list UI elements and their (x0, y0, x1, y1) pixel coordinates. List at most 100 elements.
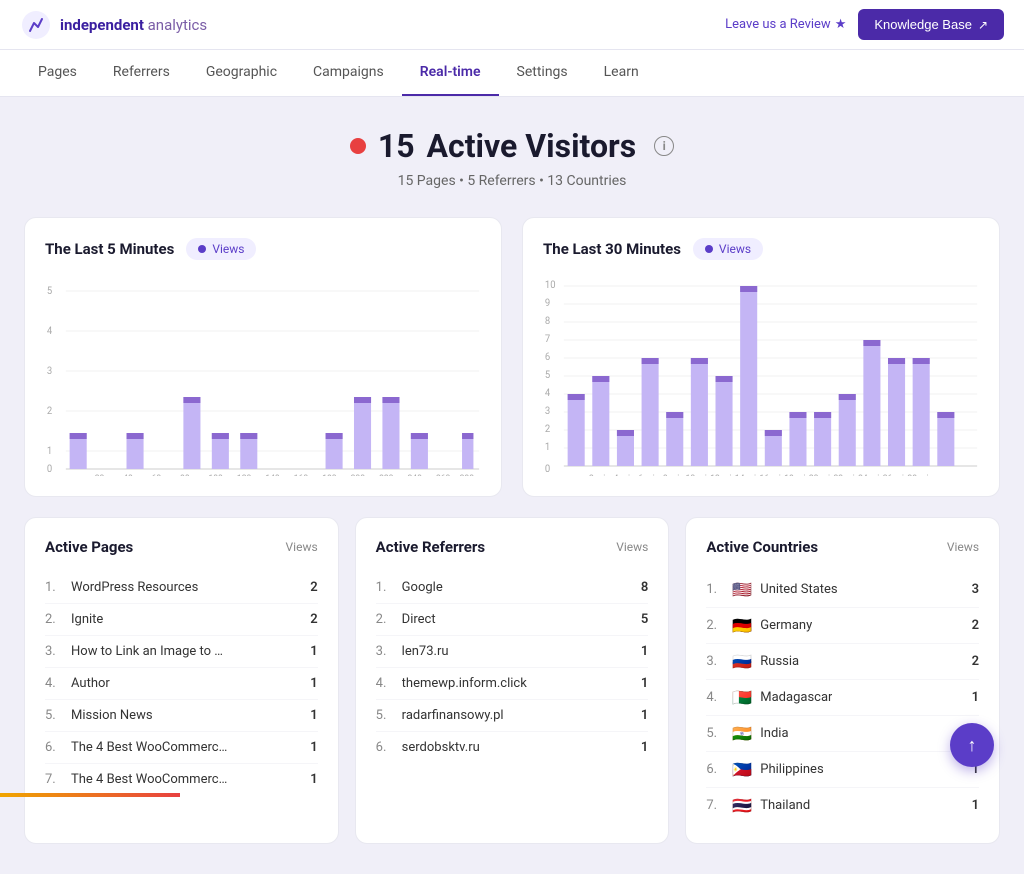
chart-right-title: The Last 30 Minutes (543, 240, 681, 258)
rbar-3-top (642, 358, 659, 364)
active-referrers-views-label: Views (616, 540, 648, 554)
nav-item-referrers[interactable]: Referrers (95, 50, 188, 96)
flag-de: 🇩🇪 (732, 616, 752, 635)
list-item: 5. radarfinansowy.pl 1 (376, 700, 649, 732)
live-indicator-dot (350, 138, 366, 154)
list-item: 4. 🇲🇬 Madagascar 1 (706, 680, 979, 716)
list-item: 1. 🇺🇸 United States 3 (706, 572, 979, 608)
info-icon[interactable]: i (654, 136, 674, 156)
nav-item-realtime[interactable]: Real-time (402, 50, 499, 96)
views-dot-left (198, 245, 206, 253)
rbar-6-top (716, 376, 733, 382)
x-label-80: -80 sec (178, 474, 206, 476)
x-label-now: now (66, 474, 82, 476)
nav-item-settings[interactable]: Settings (499, 50, 586, 96)
list-item: 7. The 4 Best WooCommerce Catering Plugi… (45, 764, 318, 795)
list-item: 3. How to Link an Image to Any URL in Wo… (45, 636, 318, 668)
rx-label-8: -8 min (661, 474, 685, 476)
rbar-5-top (691, 358, 708, 364)
external-link-icon: ↗ (978, 18, 988, 32)
flag-th: 🇹🇭 (732, 796, 752, 815)
rx-label-6: -6 min (636, 474, 660, 476)
list-item: 4. Author 1 (45, 668, 318, 700)
chart-last-5-minutes: The Last 5 Minutes Views 5 4 3 2 1 0 (24, 217, 502, 497)
rx-label-2: -2 min (587, 474, 611, 476)
rbar-2-top (617, 430, 634, 436)
list-item: 5. 🇮🇳 India 1 (706, 716, 979, 752)
hero-subtitle: 15 Pages • 5 Referrers • 13 Countries (24, 173, 1000, 189)
y-label-7: 7 (545, 334, 551, 345)
chart-left-title: The Last 5 Minutes (45, 240, 174, 258)
rbar-13-top (888, 358, 905, 364)
chart-right-badge: Views (693, 238, 763, 260)
y-label-4r: 4 (545, 388, 551, 399)
rbar-6 (716, 376, 733, 466)
chart-right-header: The Last 30 Minutes Views (543, 238, 979, 260)
list-item: 7. 🇹🇭 Thailand 1 (706, 788, 979, 823)
rbar-9-top (789, 412, 806, 418)
y-label-5r: 5 (545, 370, 551, 381)
chart-left-badge: Views (186, 238, 256, 260)
rbar-1-top (592, 376, 609, 382)
active-referrers-header: Active Referrers Views (376, 538, 649, 556)
y-label-1r: 1 (545, 442, 550, 453)
progress-bar (0, 793, 180, 797)
rbar-12 (863, 340, 880, 466)
nav-item-geographic[interactable]: Geographic (188, 50, 295, 96)
logo: independent analytics (20, 9, 207, 41)
rbar-4 (666, 412, 683, 466)
y-label-10: 10 (545, 280, 556, 291)
x-label-20: -20 sec (92, 474, 120, 476)
nav-item-learn[interactable]: Learn (586, 50, 657, 96)
views-badge-label-left: Views (212, 242, 244, 256)
flag-ph: 🇵🇭 (732, 760, 752, 779)
rbar-4-top (666, 412, 683, 418)
active-visitors-title: 15 Active Visitors i (24, 127, 1000, 165)
header-actions: Leave us a Review ★ Knowledge Base ↗ (725, 9, 1004, 40)
active-countries-card: Active Countries Views 1. 🇺🇸 United Stat… (685, 517, 1000, 844)
header: independent analytics Leave us a Review … (0, 0, 1024, 50)
active-pages-list: 1. WordPress Resources 2 2. Ignite 2 3. (45, 572, 318, 795)
rbar-0-top (568, 394, 585, 400)
views-badge-label-right: Views (719, 242, 751, 256)
bar-12-top (411, 433, 428, 439)
rbar-12-top (863, 340, 880, 346)
list-item: 3. len73.ru 1 (376, 636, 649, 668)
y-label-2r: 2 (545, 424, 551, 435)
arrow-up-icon: ↑ (968, 735, 977, 756)
x-label-40: -40 sec (121, 474, 149, 476)
rx-label-4: -4 min (611, 474, 635, 476)
list-item: 1. Google 8 (376, 572, 649, 604)
list-item: 2. Ignite 2 (45, 604, 318, 636)
bar-2-top (127, 433, 144, 439)
views-dot-right (705, 245, 713, 253)
visitor-label: Active Visitors (427, 127, 637, 165)
rbar-0 (568, 394, 585, 466)
scroll-to-top-button[interactable]: ↑ (950, 723, 994, 767)
bar-chart-right: 10 9 8 7 6 5 4 3 2 1 0 (543, 276, 979, 476)
knowledge-base-button[interactable]: Knowledge Base ↗ (858, 9, 1004, 40)
nav-item-pages[interactable]: Pages (20, 50, 95, 96)
active-referrers-list: 1. Google 8 2. Direct 5 3. len73.ru (376, 572, 649, 763)
list-item: 1. WordPress Resources 2 (45, 572, 318, 604)
leave-review-link[interactable]: Leave us a Review ★ (725, 17, 846, 32)
active-referrers-card: Active Referrers Views 1. Google 8 2. Di… (355, 517, 670, 844)
rbar-8-top (765, 430, 782, 436)
active-countries-views-label: Views (947, 540, 979, 554)
bar-9-top (326, 433, 343, 439)
active-pages-views-label: Views (286, 540, 318, 554)
hero-section: 15 Active Visitors i 15 Pages • 5 Referr… (24, 127, 1000, 189)
y-label-3r: 3 (545, 406, 550, 417)
bar-14-top (462, 433, 473, 439)
bar-4-top (183, 397, 200, 403)
rbar-5 (691, 358, 708, 466)
bar-10-top (354, 397, 371, 403)
nav-item-campaigns[interactable]: Campaigns (295, 50, 402, 96)
rbar-11 (839, 394, 856, 466)
main-content: 15 Active Visitors i 15 Pages • 5 Referr… (0, 97, 1024, 874)
rbar-1 (592, 376, 609, 466)
rbar-15 (937, 412, 954, 466)
y-label-0r: 0 (545, 464, 550, 475)
rbar-10 (814, 412, 831, 466)
list-item: 5. Mission News 1 (45, 700, 318, 732)
